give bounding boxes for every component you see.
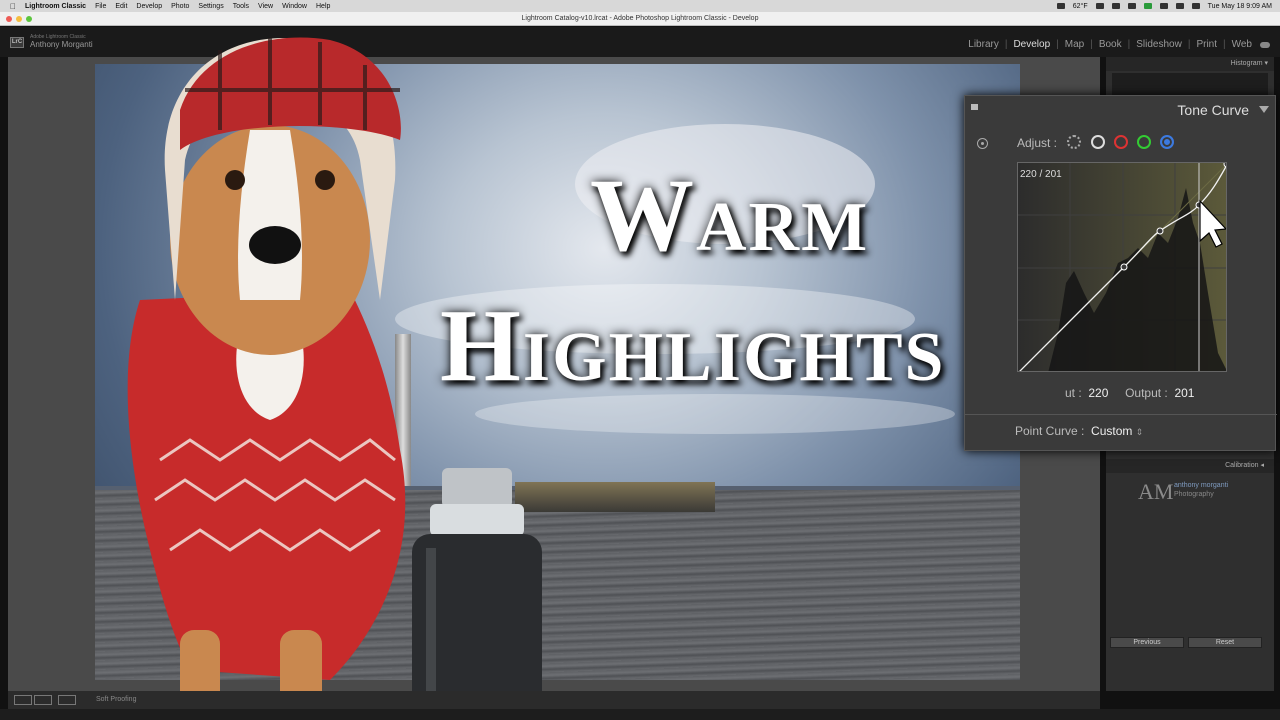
adjust-label: Adjust : [1017, 136, 1058, 150]
calibration-header[interactable]: Calibration ◂ [1106, 459, 1274, 473]
curve-graph[interactable]: 220 / 201 [1017, 162, 1227, 372]
identity-plate[interactable]: Anthony Morganti [30, 40, 93, 49]
module-picker: Library | Develop | Map | Book | Slideshow | … [968, 39, 1270, 50]
close-window-button[interactable] [6, 16, 12, 22]
watermark-text: anthony morganti Photography [1174, 482, 1229, 498]
panel-tab-icon [971, 104, 978, 110]
menu-tools[interactable]: Tools [233, 3, 249, 10]
weather-temperature[interactable]: 62°F [1073, 3, 1088, 10]
tone-curve-panel: Tone Curve Adjust : 220 / 201 ut: 220 O… [964, 95, 1277, 451]
collapse-icon[interactable] [1259, 106, 1269, 113]
minimize-window-button[interactable] [16, 16, 22, 22]
targeted-adjustment-icon[interactable] [977, 138, 988, 149]
dropbox-icon[interactable] [1111, 3, 1120, 9]
module-develop[interactable]: Develop [1013, 39, 1050, 50]
red-channel-button[interactable] [1114, 135, 1128, 149]
reset-button[interactable]: Reset [1188, 637, 1262, 648]
status-icon[interactable] [1159, 3, 1168, 9]
menu-photo[interactable]: Photo [171, 3, 189, 10]
input-output-readout: ut : 220 Output : 201 [1065, 386, 1194, 400]
rgb-channel-button[interactable] [1091, 135, 1105, 149]
status-icon[interactable] [1056, 3, 1065, 9]
soft-proofing-checkbox[interactable]: Soft Proofing [96, 696, 136, 703]
headline-highlights: HIGHLIGHTS [440, 288, 946, 403]
maximize-window-button[interactable] [26, 16, 32, 22]
menu-app-name[interactable]: Lightroom Classic [25, 3, 86, 10]
menu-develop[interactable]: Develop [136, 3, 162, 10]
parametric-curve-button[interactable] [1067, 135, 1081, 149]
previous-button[interactable]: Previous [1110, 637, 1184, 648]
module-library[interactable]: Library [968, 39, 999, 50]
green-channel-button[interactable] [1137, 135, 1151, 149]
chevron-updown-icon[interactable]: ⇕ [1136, 427, 1144, 437]
loupe-view-button[interactable] [14, 695, 32, 705]
output-label: Output : [1125, 386, 1168, 400]
module-map[interactable]: Map [1065, 39, 1084, 50]
menu-settings[interactable]: Settings [198, 3, 223, 10]
lightroom-logo: LrC [10, 37, 24, 48]
status-icon[interactable] [1095, 3, 1104, 9]
menu-help[interactable]: Help [316, 3, 330, 10]
macos-menu-bar:  Lightroom Classic File Edit Develop Ph… [0, 0, 1280, 12]
module-slideshow[interactable]: Slideshow [1136, 39, 1182, 50]
point-curve-label: Point Curve : [1015, 424, 1085, 438]
divider [965, 414, 1277, 415]
clock[interactable]: Tue May 18 9:09 AM [1208, 3, 1272, 10]
curve-svg: 220 / 201 [1018, 163, 1226, 371]
module-web[interactable]: Web [1232, 39, 1252, 50]
status-icon[interactable] [1127, 3, 1136, 9]
headline-warm: WARM [590, 158, 870, 273]
window-title-bar: Lightroom Catalog-v10.lrcat - Adobe Phot… [0, 12, 1280, 26]
watermark-initials: AM [1138, 479, 1174, 504]
curve-readout: 220 / 201 [1020, 169, 1062, 180]
dog-in-sweater-image [127, 37, 406, 720]
bottom-toolbar: Soft Proofing [8, 691, 1100, 709]
tone-curve-title[interactable]: Tone Curve [1177, 102, 1249, 118]
thermos-image [412, 468, 542, 720]
point-curve-value[interactable]: Custom [1091, 424, 1132, 438]
cloud-shape [475, 394, 955, 434]
window-title: Lightroom Catalog-v10.lrcat - Adobe Phot… [521, 15, 759, 22]
status-icon[interactable] [1143, 3, 1152, 9]
menu-edit[interactable]: Edit [115, 3, 127, 10]
curve-point [1156, 227, 1164, 235]
output-value[interactable]: 201 [1174, 386, 1194, 400]
menu-window[interactable]: Window [282, 3, 307, 10]
menu-file[interactable]: File [95, 3, 106, 10]
module-book[interactable]: Book [1099, 39, 1122, 50]
histogram-header[interactable]: Histogram ▾ [1106, 57, 1274, 71]
before-after-button[interactable] [34, 695, 52, 705]
apple-icon[interactable]:  [10, 2, 16, 11]
curve-point [1120, 263, 1128, 271]
point-curve-select[interactable]: Point Curve : Custom ⇕ [1015, 424, 1143, 438]
blue-channel-button[interactable] [1160, 135, 1174, 149]
module-print[interactable]: Print [1196, 39, 1217, 50]
filmstrip-collapsed [0, 709, 1280, 720]
before-after-toggle[interactable] [58, 695, 76, 705]
pier [515, 482, 715, 512]
cloud-sync-icon[interactable] [1260, 41, 1270, 48]
input-label: ut : [1065, 386, 1082, 400]
search-icon[interactable] [1191, 3, 1200, 9]
input-value[interactable]: 220 [1088, 386, 1108, 400]
wifi-icon[interactable] [1175, 3, 1184, 9]
menu-view[interactable]: View [258, 3, 273, 10]
